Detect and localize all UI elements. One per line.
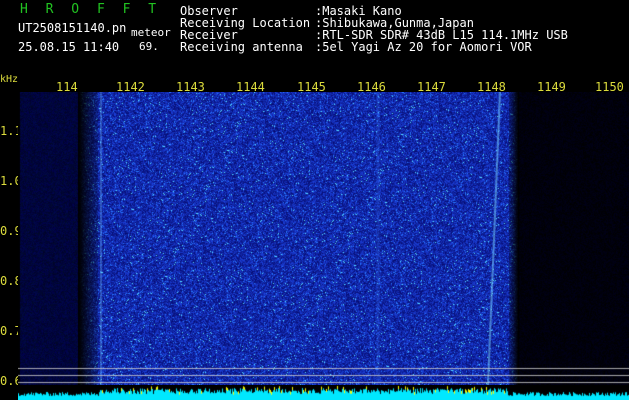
file-name: UT2508151140.pn (18, 21, 127, 35)
spectrum-baseline (18, 385, 629, 400)
frequency-unit-label: kHz (0, 74, 19, 85)
spectrogram-waterfall (18, 92, 629, 385)
meteor-tag: meteor (131, 26, 171, 39)
capture-timestamp: 25.08.15 11:40 (18, 40, 120, 54)
app-brand: H R O F F T (20, 2, 162, 17)
meteor-count: 69. (139, 40, 159, 53)
antenna-value: :5el Yagi Az 20 for Aomori VOR (315, 40, 532, 54)
antenna-label: Receiving antenna (180, 40, 303, 54)
hroft-screen: H R O F F T UT2508151140.pn meteor 25.08… (0, 0, 629, 400)
